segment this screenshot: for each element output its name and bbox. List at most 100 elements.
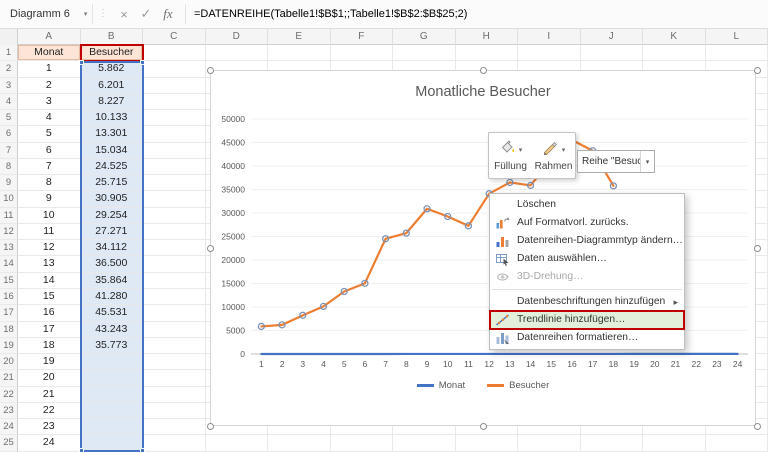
column-header-A[interactable]: A bbox=[18, 29, 81, 45]
cell-C23[interactable] bbox=[143, 402, 206, 420]
cell-C5[interactable] bbox=[143, 110, 206, 127]
column-header-B[interactable]: B bbox=[81, 29, 143, 45]
menu-item-add-data-labels[interactable]: Datenbeschriftungen hinzufügen ▸ bbox=[490, 293, 684, 311]
cell-A2[interactable]: 1 bbox=[18, 61, 81, 78]
cell-A12[interactable]: 11 bbox=[18, 223, 81, 241]
cell-B12[interactable]: 27.271 bbox=[80, 223, 143, 241]
menu-item-reset-style[interactable]: Auf Formatvorl. zurücks. bbox=[490, 214, 684, 232]
cell-C9[interactable] bbox=[143, 175, 206, 192]
cell-A21[interactable]: 20 bbox=[18, 370, 81, 387]
cell-C6[interactable] bbox=[143, 126, 206, 143]
cell-L25[interactable] bbox=[705, 435, 768, 452]
cell-E25[interactable] bbox=[268, 435, 331, 452]
row-header-21[interactable]: 21 bbox=[0, 370, 18, 387]
cell-A25[interactable]: 24 bbox=[18, 435, 81, 452]
cell-A15[interactable]: 14 bbox=[18, 272, 81, 289]
cell-B4[interactable]: 8.227 bbox=[80, 93, 143, 111]
cell-B11[interactable]: 29.254 bbox=[80, 207, 143, 224]
cell-C17[interactable] bbox=[143, 305, 206, 322]
cell-A14[interactable]: 13 bbox=[18, 256, 81, 273]
column-header-I[interactable]: I bbox=[518, 29, 581, 45]
cell-B14[interactable]: 36.500 bbox=[80, 256, 143, 273]
column-header-J[interactable]: J bbox=[581, 29, 643, 45]
chart-resize-handle[interactable] bbox=[207, 67, 214, 74]
column-header-K[interactable]: K bbox=[643, 29, 706, 45]
column-header-G[interactable]: G bbox=[393, 29, 456, 45]
row-header-17[interactable]: 17 bbox=[0, 305, 18, 322]
cell-C25[interactable] bbox=[143, 435, 206, 452]
cell-I1[interactable] bbox=[518, 45, 581, 62]
cell-A10[interactable]: 9 bbox=[18, 191, 81, 208]
cell-A1[interactable]: Monat bbox=[18, 45, 81, 62]
cell-B17[interactable]: 45.531 bbox=[80, 305, 143, 322]
cell-A3[interactable]: 2 bbox=[18, 77, 81, 94]
row-header-12[interactable]: 12 bbox=[0, 223, 18, 241]
row-header-11[interactable]: 11 bbox=[0, 207, 18, 224]
cell-C16[interactable] bbox=[143, 288, 206, 306]
cell-B25[interactable] bbox=[80, 435, 143, 452]
chart-resize-handle[interactable] bbox=[754, 423, 761, 430]
row-header-3[interactable]: 3 bbox=[0, 77, 18, 94]
cell-B6[interactable]: 13.301 bbox=[80, 126, 143, 143]
cell-C8[interactable] bbox=[143, 158, 206, 176]
row-header-25[interactable]: 25 bbox=[0, 435, 18, 452]
chart-resize-handle[interactable] bbox=[754, 245, 761, 252]
cell-C7[interactable] bbox=[143, 142, 206, 159]
cell-B18[interactable]: 43.243 bbox=[80, 321, 143, 338]
cell-C2[interactable] bbox=[143, 61, 206, 78]
row-header-6[interactable]: 6 bbox=[0, 126, 18, 143]
cell-C4[interactable] bbox=[143, 93, 206, 111]
enter-icon[interactable]: ✓ bbox=[135, 6, 157, 22]
cell-H25[interactable] bbox=[455, 435, 518, 452]
legend-item-Besucher[interactable]: Besucher bbox=[487, 380, 549, 391]
cell-A16[interactable]: 15 bbox=[18, 288, 81, 306]
column-header-L[interactable]: L bbox=[706, 29, 768, 45]
cell-A11[interactable]: 10 bbox=[18, 207, 81, 224]
cell-C19[interactable] bbox=[143, 337, 206, 355]
cell-A9[interactable]: 8 bbox=[18, 175, 81, 192]
cell-B16[interactable]: 41.280 bbox=[80, 288, 143, 306]
name-box[interactable]: Diagramm 6 ▾ bbox=[0, 0, 92, 29]
row-header-1[interactable]: 1 bbox=[0, 45, 18, 62]
cell-C1[interactable] bbox=[143, 45, 206, 62]
cell-B13[interactable]: 34.112 bbox=[80, 240, 143, 257]
fill-button[interactable]: ▾ Füllung bbox=[489, 133, 532, 178]
row-header-19[interactable]: 19 bbox=[0, 337, 18, 355]
cell-A4[interactable]: 3 bbox=[18, 93, 81, 111]
cell-A7[interactable]: 6 bbox=[18, 142, 81, 159]
cell-J25[interactable] bbox=[580, 435, 643, 452]
cell-B15[interactable]: 35.864 bbox=[80, 272, 143, 289]
column-header-F[interactable]: F bbox=[331, 29, 393, 45]
chevron-down-icon[interactable]: ▾ bbox=[640, 151, 654, 172]
cell-C13[interactable] bbox=[143, 240, 206, 257]
row-header-20[interactable]: 20 bbox=[0, 354, 18, 371]
cell-A20[interactable]: 19 bbox=[18, 354, 81, 371]
cell-H1[interactable] bbox=[455, 45, 518, 62]
cell-B7[interactable]: 15.034 bbox=[80, 142, 143, 159]
cell-C22[interactable] bbox=[143, 386, 206, 403]
formula-input[interactable]: =DATENREIHE(Tabelle1!$B$1;;Tabelle1!$B$2… bbox=[194, 8, 467, 20]
row-header-8[interactable]: 8 bbox=[0, 158, 18, 176]
cell-B23[interactable] bbox=[80, 402, 143, 420]
cell-B5[interactable]: 10.133 bbox=[80, 110, 143, 127]
cell-G25[interactable] bbox=[393, 435, 456, 452]
chart-resize-handle[interactable] bbox=[480, 67, 487, 74]
row-header-7[interactable]: 7 bbox=[0, 142, 18, 159]
column-header-C[interactable]: C bbox=[143, 29, 206, 45]
cell-G1[interactable] bbox=[393, 45, 456, 62]
column-header-H[interactable]: H bbox=[456, 29, 518, 45]
menu-item-change-chart-type[interactable]: Datenreihen-Diagrammtyp ändern… bbox=[490, 232, 684, 250]
cell-B20[interactable] bbox=[80, 354, 143, 371]
cell-B8[interactable]: 24.525 bbox=[80, 158, 143, 176]
row-header-13[interactable]: 13 bbox=[0, 240, 18, 257]
column-header-D[interactable]: D bbox=[206, 29, 268, 45]
cell-A19[interactable]: 18 bbox=[18, 337, 81, 355]
cell-L1[interactable] bbox=[705, 45, 768, 62]
cell-B9[interactable]: 25.715 bbox=[80, 175, 143, 192]
insert-function-icon[interactable]: fx bbox=[157, 6, 179, 22]
menu-item-select-data[interactable]: Daten auswählen… bbox=[490, 250, 684, 268]
cell-C3[interactable] bbox=[143, 77, 206, 94]
cell-A23[interactable]: 22 bbox=[18, 402, 81, 420]
cell-F25[interactable] bbox=[330, 435, 393, 452]
row-header-5[interactable]: 5 bbox=[0, 110, 18, 127]
